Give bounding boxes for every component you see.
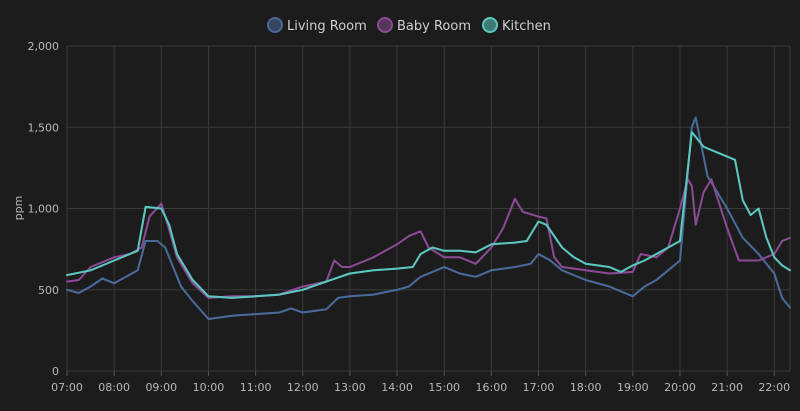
x-tick-label: 10:00 xyxy=(193,381,225,394)
series-layer xyxy=(66,116,791,320)
line-chart: Living Room Baby Room Kitchen 0 500 1,000 1,5… xyxy=(12,17,791,394)
x-tick-label: 18:00 xyxy=(570,381,602,394)
x-tick-label: 19:00 xyxy=(617,381,649,394)
legend-label: Baby Room xyxy=(397,19,471,34)
x-tick-label: 07:00 xyxy=(51,381,83,394)
x-tick-label: 20:00 xyxy=(664,381,696,394)
legend-label: Living Room xyxy=(287,19,367,34)
x-tick-label: 21:00 xyxy=(711,381,743,394)
y-tick-label: 1,000 xyxy=(28,203,60,216)
legend: Living Room Baby Room Kitchen xyxy=(267,17,551,34)
x-tick-label: 09:00 xyxy=(145,381,177,394)
x-tick-label: 15:00 xyxy=(428,381,460,394)
y-axis: 0 500 1,000 1,500 2,000 xyxy=(28,40,60,378)
legend-item-baby-room[interactable]: Baby Room xyxy=(377,17,471,34)
x-tick-label: 14:00 xyxy=(381,381,413,394)
legend-item-kitchen[interactable]: Kitchen xyxy=(482,17,551,34)
x-tick-label: 13:00 xyxy=(334,381,366,394)
x-tick-label: 12:00 xyxy=(287,381,319,394)
x-tick-label: 16:00 xyxy=(476,381,508,394)
y-tick-label: 500 xyxy=(38,284,59,297)
chart-container: Living Room Baby Room Kitchen 0 500 1,000 1,5… xyxy=(0,0,800,411)
x-axis: 07:00 08:00 09:00 10:00 11:00 12:00 13:00 14:00… xyxy=(51,371,790,394)
x-tick-label: 11:00 xyxy=(240,381,272,394)
y-tick-label: 0 xyxy=(52,365,59,378)
legend-item-living-room[interactable]: Living Room xyxy=(267,17,367,34)
legend-swatch xyxy=(377,17,393,33)
x-tick-label: 22:00 xyxy=(758,381,790,394)
y-tick-label: 2,000 xyxy=(28,40,60,53)
x-tick-label: 08:00 xyxy=(98,381,130,394)
legend-swatch xyxy=(267,17,283,33)
grid xyxy=(66,45,791,372)
legend-swatch xyxy=(482,17,498,33)
legend-label: Kitchen xyxy=(502,19,551,34)
y-axis-label: ppm xyxy=(12,196,25,221)
x-tick-label: 17:00 xyxy=(523,381,555,394)
y-tick-label: 1,500 xyxy=(28,121,60,134)
